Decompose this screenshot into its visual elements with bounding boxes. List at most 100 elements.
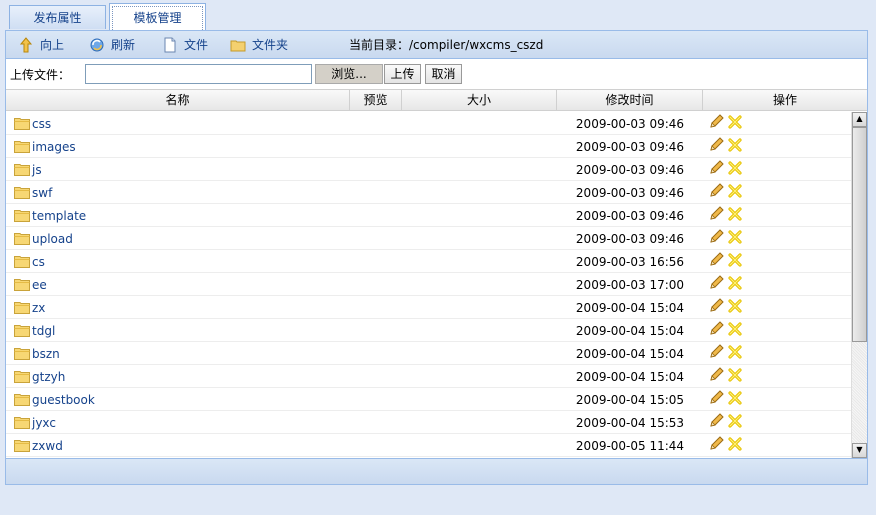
vertical-scrollbar[interactable]: ▲ ▼ [851, 112, 867, 458]
upload-file-label: 上传文件： [10, 68, 71, 82]
modified-time: 2009-00-03 16:56 [575, 255, 685, 269]
browse-button[interactable]: 浏览... [315, 64, 383, 84]
modified-time: 2009-00-04 15:05 [575, 393, 685, 407]
table-row[interactable]: cs 2009-00-03 16:56 [6, 250, 851, 273]
folder-icon [14, 210, 30, 222]
scroll-thumb[interactable] [852, 127, 867, 342]
folder-name: zxwd [32, 439, 63, 453]
tab-publish-properties[interactable]: 发布属性 [9, 5, 106, 29]
folder-name: js [32, 163, 42, 177]
table-row[interactable]: js 2009-00-03 09:46 [6, 158, 851, 181]
pencil-icon[interactable] [708, 321, 724, 337]
pencil-icon[interactable] [708, 114, 724, 130]
tab-label: 发布属性 [33, 11, 82, 25]
table-row[interactable]: images 2009-00-03 09:46 [6, 135, 851, 158]
scroll-up-arrow-icon[interactable]: ▲ [852, 112, 867, 127]
file-icon [164, 37, 176, 53]
folder-name: ee [32, 278, 47, 292]
modified-time: 2009-00-03 09:46 [575, 186, 685, 200]
delete-x-icon[interactable] [727, 344, 743, 360]
folder-name: upload [32, 232, 73, 246]
pencil-icon[interactable] [708, 160, 724, 176]
toolbar: 向上 刷新 文件 文件夹 当前目录：/compiler/wxcms_cszd [6, 31, 867, 59]
delete-x-icon[interactable] [727, 160, 743, 176]
grid-footer [6, 458, 867, 484]
delete-x-icon[interactable] [727, 252, 743, 268]
modified-time: 2009-00-04 15:04 [575, 370, 685, 384]
pencil-icon[interactable] [708, 390, 724, 406]
modified-time: 2009-00-03 09:46 [575, 163, 685, 177]
delete-x-icon[interactable] [727, 390, 743, 406]
pencil-icon[interactable] [708, 413, 724, 429]
column-header-modified[interactable]: 修改时间 [557, 90, 703, 111]
modified-time: 2009-00-04 15:04 [575, 301, 685, 315]
arrow-up-icon [19, 37, 33, 53]
modified-time: 2009-00-04 15:04 [575, 347, 685, 361]
table-row[interactable]: bszn 2009-00-04 15:04 [6, 342, 851, 365]
folder-icon [14, 187, 30, 199]
folder-name: guestbook [32, 393, 95, 407]
pencil-icon[interactable] [708, 275, 724, 291]
table-row[interactable]: template 2009-00-03 09:46 [6, 204, 851, 227]
folder-name: gtzyh [32, 370, 66, 384]
folder-icon [230, 40, 246, 52]
pencil-icon[interactable] [708, 183, 724, 199]
delete-x-icon[interactable] [727, 114, 743, 130]
pencil-icon[interactable] [708, 229, 724, 245]
delete-x-icon[interactable] [727, 413, 743, 429]
folder-name: jyxc [32, 416, 56, 430]
pencil-icon[interactable] [708, 436, 724, 452]
tab-template-management[interactable]: 模板管理 [109, 3, 206, 30]
delete-x-icon[interactable] [727, 298, 743, 314]
column-header-size[interactable]: 大小 [402, 90, 557, 111]
table-row[interactable]: ee 2009-00-03 17:00 [6, 273, 851, 296]
table-row[interactable]: swf 2009-00-03 09:46 [6, 181, 851, 204]
folder-name: swf [32, 186, 53, 200]
folder-icon [14, 164, 30, 176]
table-row[interactable]: guestbook 2009-00-04 15:05 [6, 388, 851, 411]
column-header-actions: 操作 [772, 93, 797, 107]
folder-name: cs [32, 255, 45, 269]
cancel-button[interactable]: 取消 [425, 64, 462, 84]
table-row[interactable]: zxwd 2009-00-05 11:44 [6, 434, 851, 457]
pencil-icon[interactable] [708, 206, 724, 222]
folder-icon [14, 141, 30, 153]
tab-label: 模板管理 [133, 11, 182, 25]
upload-file-input[interactable] [85, 64, 312, 84]
table-row[interactable]: gtzyh 2009-00-04 15:04 [6, 365, 851, 388]
upload-button[interactable]: 上传 [384, 64, 421, 84]
tab-strip: 发布属性 模板管理 [0, 0, 876, 30]
scroll-down-arrow-icon[interactable]: ▼ [852, 443, 867, 458]
delete-x-icon[interactable] [727, 436, 743, 452]
delete-x-icon[interactable] [727, 321, 743, 337]
pencil-icon[interactable] [708, 252, 724, 268]
column-header-name[interactable]: 名称 [6, 90, 350, 111]
table-row[interactable]: zx 2009-00-04 15:04 [6, 296, 851, 319]
table-row[interactable]: tdgl 2009-00-04 15:04 [6, 319, 851, 342]
delete-x-icon[interactable] [727, 183, 743, 199]
modified-time: 2009-00-03 17:00 [575, 278, 685, 292]
folder-name: tdgl [32, 324, 56, 338]
pencil-icon[interactable] [708, 298, 724, 314]
folder-icon [14, 371, 30, 383]
pencil-icon[interactable] [708, 367, 724, 383]
pencil-icon[interactable] [708, 137, 724, 153]
table-row[interactable]: upload 2009-00-03 09:46 [6, 227, 851, 250]
delete-x-icon[interactable] [727, 275, 743, 291]
folder-icon [14, 256, 30, 268]
current-directory-label: 当前目录： [349, 38, 410, 52]
folder-icon [14, 325, 30, 337]
delete-x-icon[interactable] [727, 206, 743, 222]
delete-x-icon[interactable] [727, 229, 743, 245]
folder-icon [14, 279, 30, 291]
pencil-icon[interactable] [708, 344, 724, 360]
modified-time: 2009-00-03 09:46 [575, 140, 685, 154]
table-row[interactable]: jyxc 2009-00-04 15:53 [6, 411, 851, 434]
column-header-preview[interactable]: 预览 [350, 90, 402, 111]
delete-x-icon[interactable] [727, 137, 743, 153]
folder-icon [14, 233, 30, 245]
folder-icon [14, 417, 30, 429]
grid-header: 名称 预览 大小 修改时间 操作 [6, 89, 867, 111]
table-row[interactable]: css 2009-00-03 09:46 [6, 112, 851, 135]
delete-x-icon[interactable] [727, 367, 743, 383]
